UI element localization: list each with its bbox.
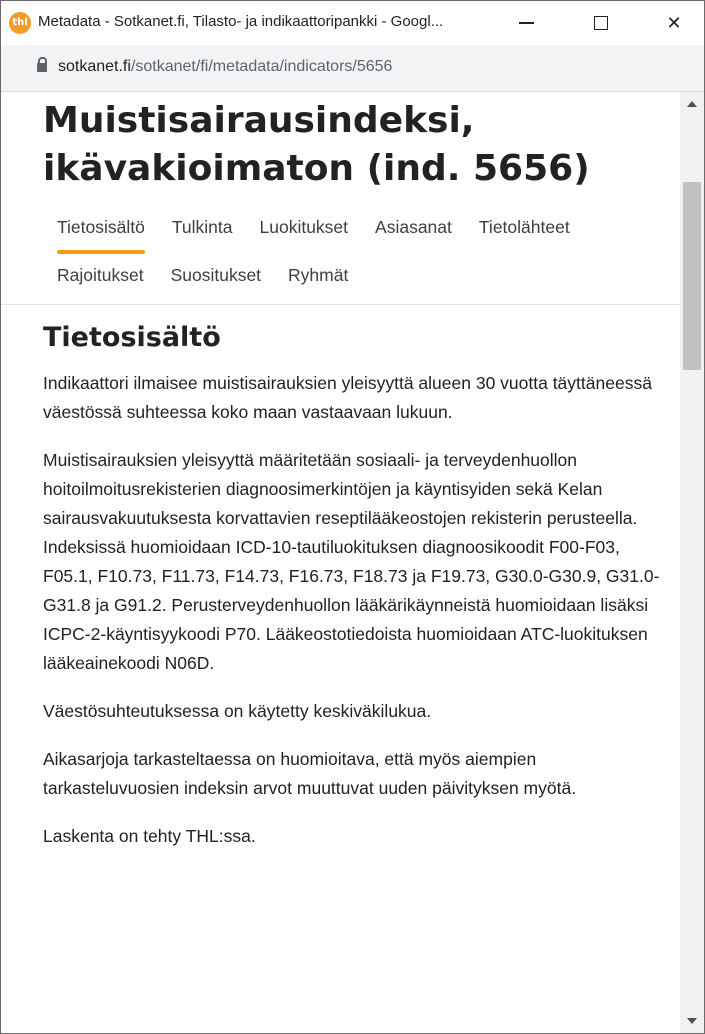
minimize-icon <box>518 22 534 24</box>
tab-tietolahteet[interactable]: Tietolähteet <box>465 207 583 255</box>
paragraph: Laskenta on tehty THL:ssa. <box>43 826 256 846</box>
tab-suositukset[interactable]: Suositukset <box>157 255 274 303</box>
close-icon: ✕ <box>666 12 682 33</box>
tab-asiasanat[interactable]: Asiasanat <box>361 207 465 255</box>
minimize-button[interactable] <box>503 7 549 39</box>
page-title: Muistisairausindeksi, ikävakioimaton (in… <box>43 97 663 193</box>
maximize-icon <box>594 16 608 30</box>
lock-icon <box>37 57 47 72</box>
thl-favicon-icon: thl <box>9 12 31 34</box>
vertical-scrollbar[interactable] <box>680 92 704 1033</box>
paragraph: Indikaattori ilmaisee muistisairauksien … <box>43 373 652 422</box>
tab-divider <box>1 304 680 305</box>
tab-luokitukset[interactable]: Luokitukset <box>246 207 362 255</box>
scroll-thumb[interactable] <box>683 182 701 370</box>
address-bar[interactable]: sotkanet.fi/sotkanet/fi/metadata/indicat… <box>1 45 704 92</box>
title-bar[interactable]: thl Metadata - Sotkanet.fi, Tilasto- ja … <box>1 1 704 45</box>
scroll-up-arrow-icon[interactable] <box>687 101 697 107</box>
tab-ryhmat[interactable]: Ryhmät <box>274 255 361 303</box>
scroll-down-arrow-icon[interactable] <box>687 1018 697 1024</box>
paragraph: Väestösuhteutuksessa on käytetty keskivä… <box>43 701 432 721</box>
section-title: Tietosisältö <box>43 322 221 353</box>
url-host: sotkanet.fi <box>58 58 131 75</box>
url-text[interactable]: sotkanet.fi/sotkanet/fi/metadata/indicat… <box>58 58 392 76</box>
url-path: /sotkanet/fi/metadata/indicators/5656 <box>130 58 393 75</box>
tab-tulkinta[interactable]: Tulkinta <box>158 207 246 255</box>
page-title-line1: Muistisairausindeksi, <box>43 100 475 141</box>
page-title-line2: ikävakioimaton (ind. 5656) <box>43 148 590 189</box>
maximize-button[interactable] <box>578 7 624 39</box>
window-title: Metadata - Sotkanet.fi, Tilasto- ja indi… <box>38 13 444 30</box>
page-viewport: Muistisairausindeksi, ikävakioimaton (in… <box>1 92 680 1033</box>
tab-bar: Tietosisältö Tulkinta Luokitukset Asiasa… <box>43 207 663 303</box>
tab-rajoitukset[interactable]: Rajoitukset <box>43 255 157 303</box>
paragraph: Muistisairauksien yleisyyttä määritetään… <box>43 450 660 673</box>
section-body: Indikaattori ilmaisee muistisairauksien … <box>43 369 673 870</box>
close-button[interactable]: ✕ <box>651 7 697 39</box>
browser-window: thl Metadata - Sotkanet.fi, Tilasto- ja … <box>0 0 705 1034</box>
paragraph: Aikasarjoja tarkasteltaessa on huomioita… <box>43 749 577 798</box>
tab-tietosisalto[interactable]: Tietosisältö <box>43 207 158 255</box>
